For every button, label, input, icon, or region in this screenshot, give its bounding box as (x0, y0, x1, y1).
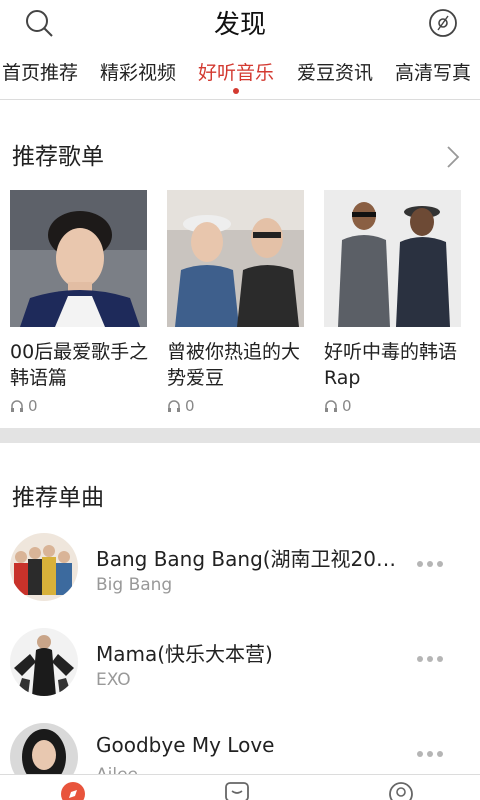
bottom-tab-bar (0, 774, 480, 800)
song-row[interactable]: Mama(快乐大本营) EXO (0, 628, 480, 724)
songs-section-header: 推荐单曲 (0, 478, 480, 522)
top-bar: 发现 (0, 0, 480, 46)
play-count: 0 (10, 397, 147, 415)
song-title: Mama(快乐大本营) (96, 642, 273, 666)
section-divider (0, 428, 480, 443)
play-count: 0 (324, 397, 461, 415)
headphones-icon (11, 400, 23, 412)
playlists-section-header: 推荐歌单 (0, 137, 480, 181)
tab-home-recommend[interactable]: 首页推荐 (2, 56, 78, 90)
song-title: Bang Bang Bang(湖南卫视20… (96, 547, 397, 571)
song-row[interactable]: Bang Bang Bang(湖南卫视20… Big Bang (0, 533, 480, 629)
playlist-name: 好听中毒的韩语Rap (324, 341, 458, 389)
chevron-right-icon[interactable] (446, 145, 460, 169)
headphones-icon (325, 400, 337, 412)
playlist-card[interactable]: 好听中毒的韩语Rap 0 (324, 190, 461, 415)
section-title: 推荐单曲 (12, 485, 104, 511)
playlist-name: 00后最爱歌手之韩语篇 (10, 341, 149, 389)
page-title: 发现 (213, 10, 266, 40)
song-cover-image (10, 628, 78, 696)
playlist-card[interactable]: 00后最爱歌手之韩语篇 0 (10, 190, 149, 415)
song-cover-image (10, 533, 78, 601)
play-count-value: 0 (28, 397, 38, 415)
play-count: 0 (167, 397, 304, 415)
discover-icon[interactable] (60, 781, 86, 800)
song-artist: EXO (96, 670, 131, 690)
tab-music[interactable]: 好听音乐 (198, 56, 274, 90)
play-count-value: 0 (342, 397, 352, 415)
song-title: Goodbye My Love (96, 733, 275, 757)
category-tabs: 首页推荐 精彩视频 好听音乐 爱豆资讯 高清写真 (0, 56, 480, 100)
tab-photos[interactable]: 高清写真 (395, 56, 471, 90)
playlist-card[interactable]: 曾被你热追的大势爱豆 0 (167, 190, 304, 415)
more-options-icon[interactable] (416, 749, 444, 759)
tab-idol-news[interactable]: 爱豆资讯 (297, 56, 373, 90)
playlist-cover-image (167, 190, 304, 327)
message-icon[interactable] (224, 781, 250, 800)
playlist-cover-image (10, 190, 147, 327)
song-artist: Big Bang (96, 575, 173, 595)
profile-icon[interactable] (388, 781, 414, 800)
disc-icon[interactable] (428, 8, 458, 38)
playlist-cover-image (324, 190, 461, 327)
more-options-icon[interactable] (416, 654, 444, 664)
playlist-name: 曾被你热追的大势爱豆 (167, 341, 301, 389)
more-options-icon[interactable] (416, 559, 444, 569)
play-count-value: 0 (185, 397, 195, 415)
section-title: 推荐歌单 (12, 144, 104, 170)
headphones-icon (168, 400, 180, 412)
active-tab-indicator (233, 88, 239, 94)
tab-videos[interactable]: 精彩视频 (100, 56, 176, 90)
